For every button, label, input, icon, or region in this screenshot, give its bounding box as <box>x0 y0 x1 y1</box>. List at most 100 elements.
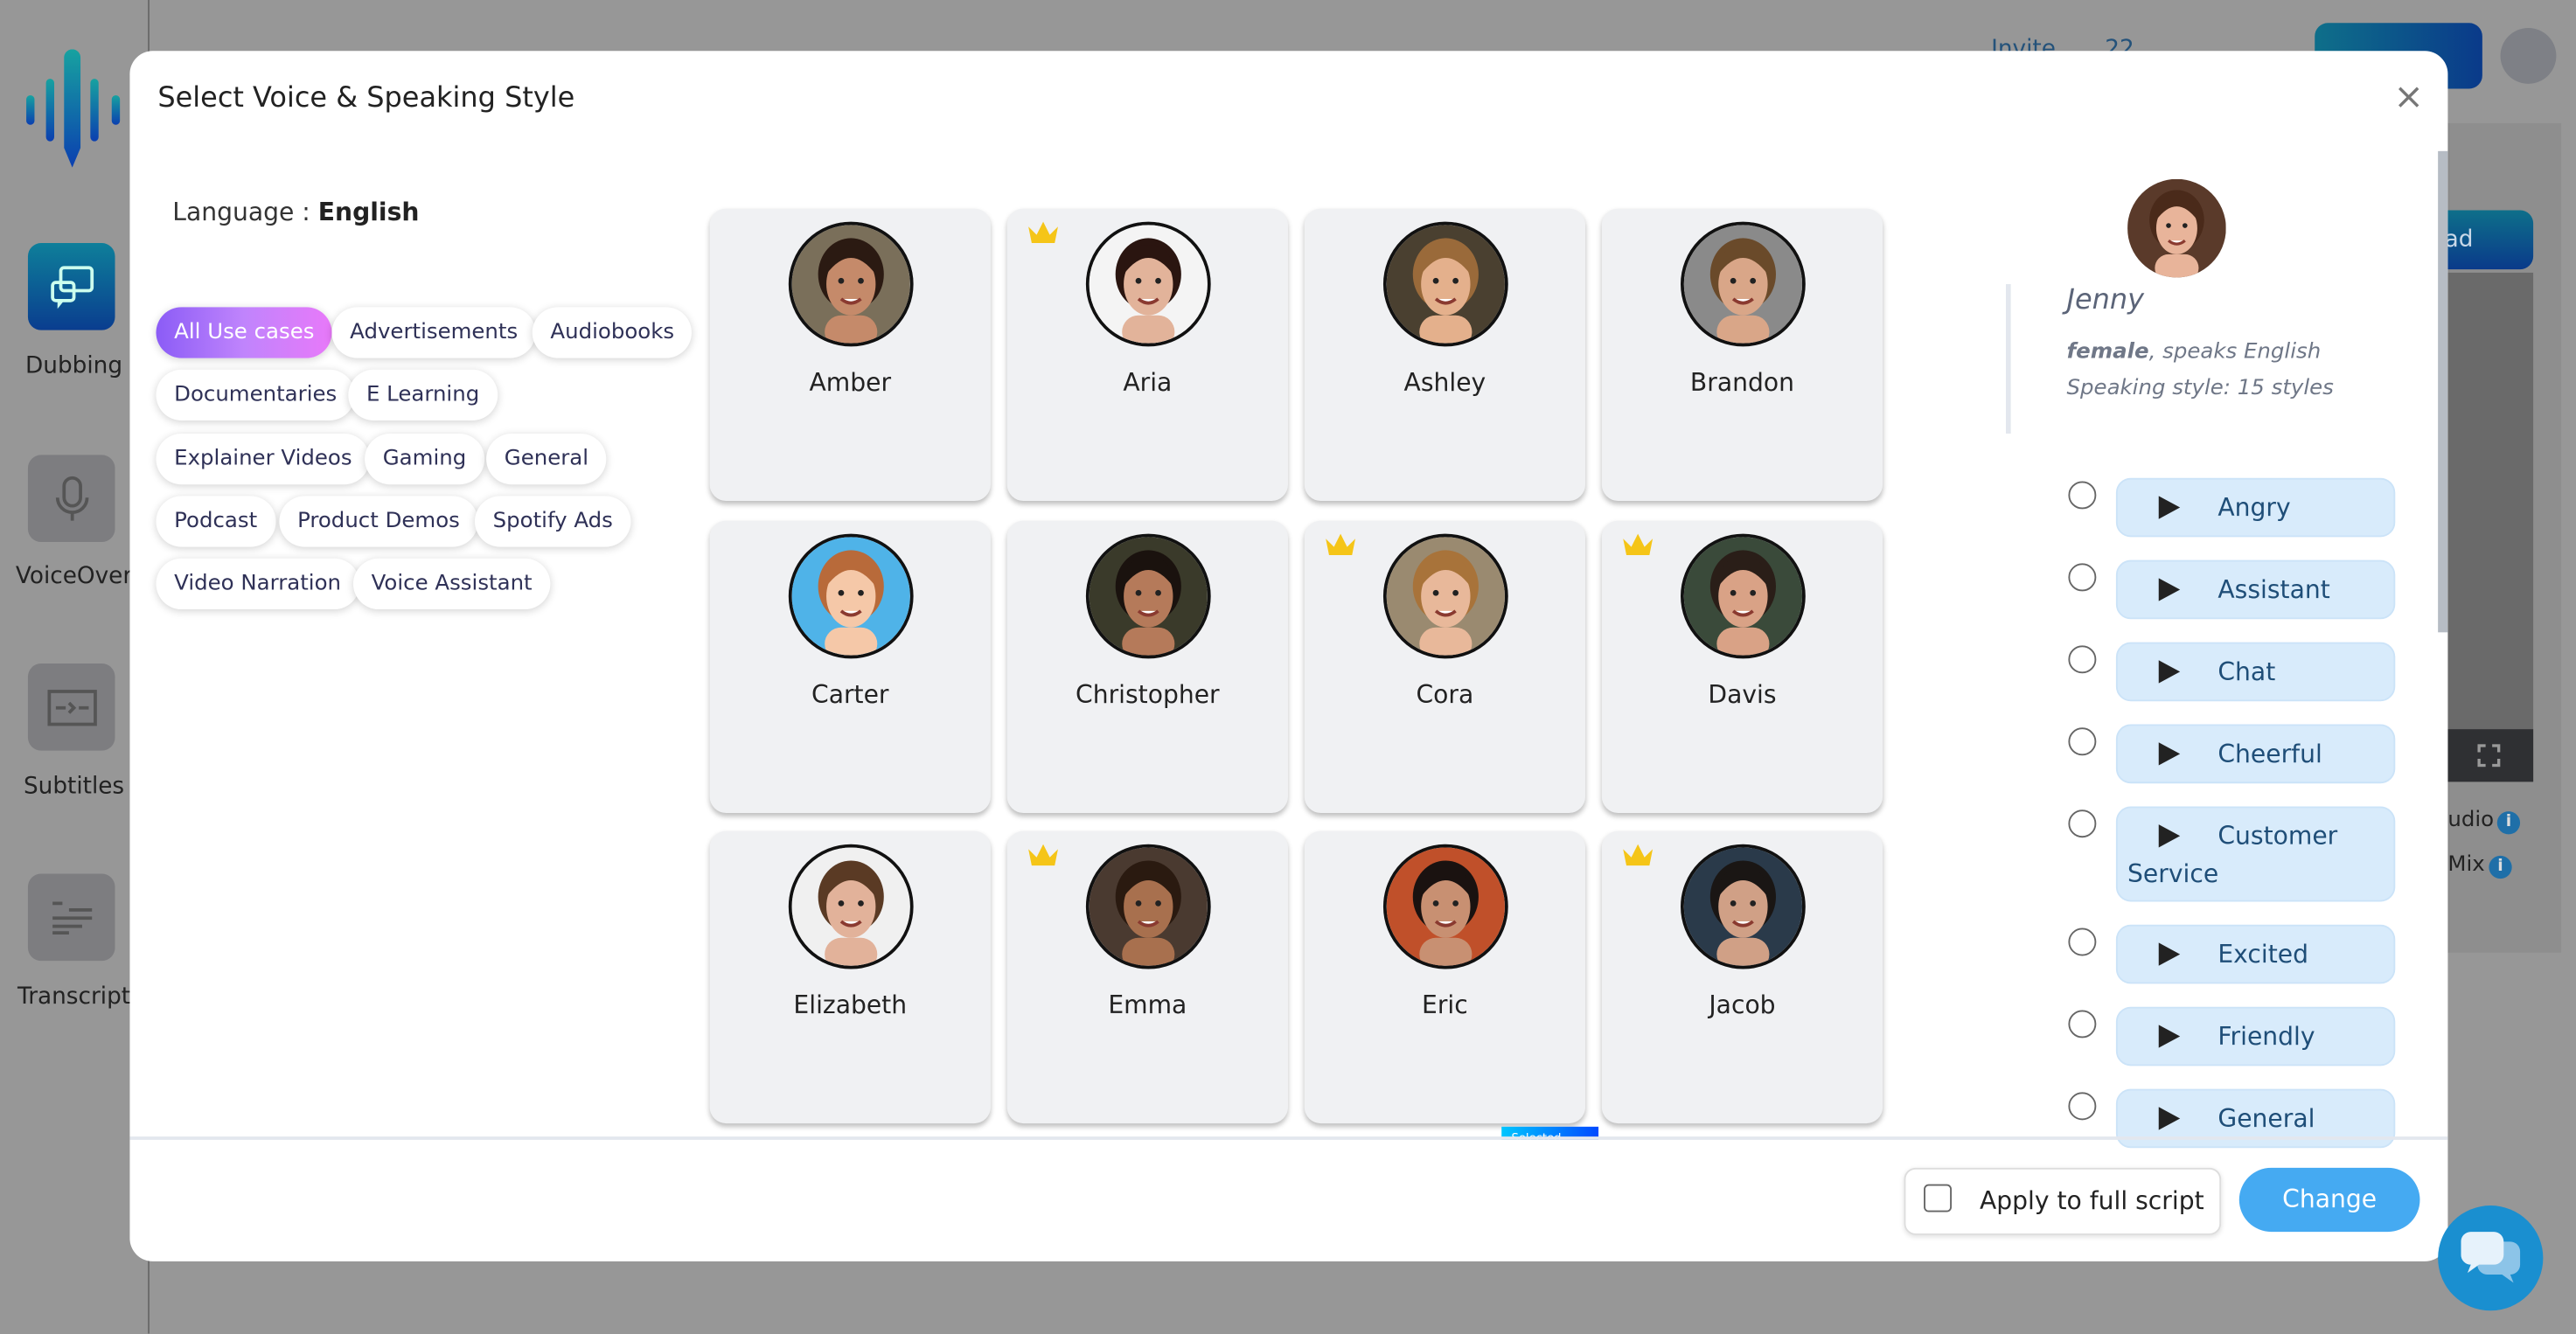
subtitles-icon <box>46 689 96 726</box>
voice-card[interactable]: Carter <box>709 520 991 814</box>
language-label-text: Language : <box>172 197 318 227</box>
play-icon <box>2158 942 2181 966</box>
user-avatar-button[interactable] <box>2500 27 2557 84</box>
voice-card[interactable]: Brandon <box>1601 208 1883 502</box>
style-play-button[interactable]: Excited <box>2115 924 2396 984</box>
mix-option: Mix <box>2447 852 2485 878</box>
use-case-chip[interactable]: Explainer Videos <box>156 434 371 485</box>
fullscreen-icon[interactable] <box>2477 744 2501 768</box>
video-controls <box>2447 729 2534 782</box>
play-icon <box>2158 1107 2181 1130</box>
avatar-portrait <box>1386 847 1505 966</box>
info-icon[interactable]: i <box>2489 855 2512 879</box>
sidebar-item-voiceover[interactable] <box>27 455 115 543</box>
voice-card[interactable]: Eric <box>1304 830 1586 1124</box>
voice-avatar <box>1681 533 1806 659</box>
style-radio[interactable] <box>2068 1010 2097 1039</box>
close-icon[interactable]: × <box>2393 77 2424 118</box>
voice-name: Eric <box>1422 990 1468 1020</box>
voice-name: Ashley <box>1403 367 1486 398</box>
sidebar-item-transcript[interactable] <box>27 873 115 962</box>
style-play-button[interactable]: Chat <box>2115 642 2396 702</box>
use-case-chip[interactable]: Video Narration <box>156 558 359 610</box>
video-preview <box>2447 272 2534 782</box>
dubbing-icon <box>50 265 94 309</box>
style-radio[interactable] <box>2068 645 2097 674</box>
use-case-chip[interactable]: E Learning <box>348 369 498 420</box>
use-case-chip[interactable]: Audiobooks <box>532 307 693 358</box>
avatar-portrait <box>791 847 910 966</box>
style-play-button[interactable]: Cheerful <box>2115 724 2396 784</box>
sidebar-item-dubbing[interactable] <box>27 243 115 330</box>
use-case-chip[interactable]: General <box>486 434 607 485</box>
sidebar-label-subtitles: Subtitles <box>23 773 125 800</box>
voice-name: Carter <box>811 679 889 710</box>
voice-card[interactable]: Cora <box>1304 520 1586 814</box>
info-icon[interactable]: i <box>2496 811 2521 835</box>
sidebar-label-transcript: Transcript <box>17 983 131 1011</box>
voice-avatar <box>1382 533 1508 659</box>
apply-label: Apply to full script <box>1979 1185 2204 1216</box>
play-icon <box>2158 742 2181 766</box>
voice-avatar <box>1382 844 1508 969</box>
voice-card[interactable]: Christopher <box>1006 520 1288 814</box>
voice-card[interactable]: Ashley <box>1304 208 1586 502</box>
use-case-chip[interactable]: Voice Assistant <box>352 558 551 610</box>
avatar-portrait <box>1089 847 1208 966</box>
use-case-chip[interactable]: All Use cases <box>156 307 333 358</box>
avatar-portrait <box>791 537 910 656</box>
voice-avatar <box>1681 844 1806 969</box>
voice-gender: female <box>2066 339 2149 365</box>
divider <box>2006 284 2011 434</box>
chat-support-button[interactable] <box>2438 1205 2544 1311</box>
voice-name: Aria <box>1123 367 1173 398</box>
use-case-chip[interactable]: Documentaries <box>156 369 355 420</box>
voice-select-modal: Select Voice & Speaking Style × Language… <box>129 51 2448 1261</box>
style-play-button[interactable]: Friendly <box>2115 1006 2396 1067</box>
play-icon <box>2158 660 2181 684</box>
change-button[interactable]: Change <box>2238 1167 2420 1233</box>
voice-card[interactable]: Elizabeth <box>709 830 991 1124</box>
style-play-button[interactable]: Assistant <box>2115 559 2396 620</box>
crown-icon <box>1623 533 1654 556</box>
style-radio[interactable] <box>2068 928 2097 956</box>
style-radio[interactable] <box>2068 727 2097 756</box>
audio-option: udio <box>2447 808 2495 833</box>
voice-name: Cora <box>1416 679 1474 710</box>
selected-voice-avatar <box>2127 178 2226 278</box>
use-case-chip[interactable]: Spotify Ads <box>474 496 631 547</box>
voice-card[interactable]: Aria <box>1006 208 1288 502</box>
play-icon <box>2158 1025 2181 1048</box>
voice-card[interactable]: Davis <box>1601 520 1883 814</box>
style-radio[interactable] <box>2068 481 2097 510</box>
style-label: Customer Service <box>2127 821 2338 889</box>
crown-icon <box>1623 844 1654 866</box>
apply-full-script-toggle[interactable]: Apply to full script <box>1904 1167 2222 1235</box>
style-play-button[interactable]: Angry <box>2115 477 2396 538</box>
style-play-button[interactable]: Customer Service <box>2115 806 2396 902</box>
style-radio[interactable] <box>2068 1092 2097 1121</box>
play-icon <box>2158 496 2181 519</box>
voice-card[interactable]: Amber <box>709 208 991 502</box>
use-case-chip[interactable]: Podcast <box>156 496 275 547</box>
use-case-chip[interactable]: Product Demos <box>279 496 478 547</box>
voice-name: Brandon <box>1689 367 1795 398</box>
style-radio[interactable] <box>2068 563 2097 592</box>
use-case-chip[interactable]: Gaming <box>365 434 484 485</box>
sidebar-label-dubbing: Dubbing <box>25 352 123 380</box>
voice-language: , speaks English <box>2148 339 2322 365</box>
avatar-portrait <box>1683 847 1803 966</box>
avatar-portrait <box>1386 537 1505 656</box>
voice-card[interactable]: Jacob <box>1601 830 1883 1124</box>
play-icon <box>2158 578 2181 601</box>
chat-icon <box>2461 1232 2521 1283</box>
voice-name: Elizabeth <box>793 990 908 1020</box>
style-radio[interactable] <box>2068 809 2097 838</box>
avatar-portrait <box>1089 537 1208 656</box>
sidebar-item-subtitles[interactable] <box>27 664 115 751</box>
scrollbar[interactable] <box>2438 150 2448 633</box>
voice-card[interactable]: Emma <box>1006 830 1288 1124</box>
apply-checkbox[interactable] <box>1924 1184 1953 1212</box>
avatar-portrait <box>1683 225 1803 344</box>
use-case-chip[interactable]: Advertisements <box>331 307 536 358</box>
